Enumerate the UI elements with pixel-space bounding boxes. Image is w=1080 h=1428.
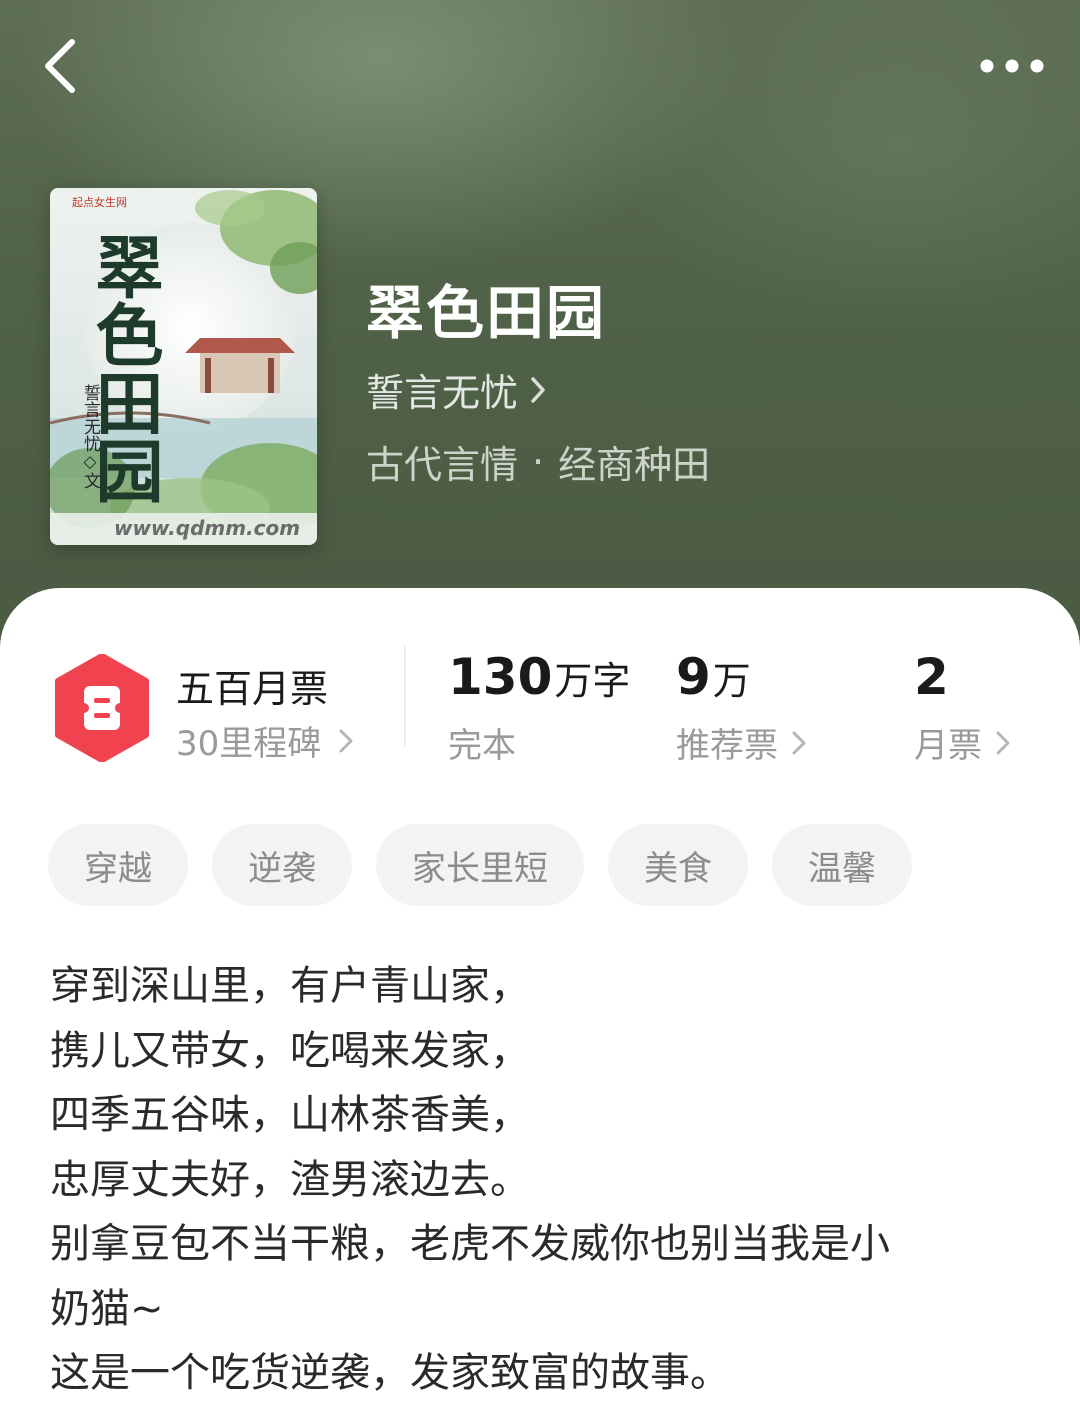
book-detail-card: 五百月票 30里程碑 130 万字 完本 9 万 推荐票 2 月票 穿越 逆袭 … [0, 588, 1080, 1428]
description-line: 穿到深山里，有户青山家， [50, 963, 530, 1009]
recommend-stat[interactable]: 9 万 推荐票 [676, 648, 806, 767]
author-link[interactable]: 誓言无忧 [366, 362, 546, 417]
recommend-label: 推荐票 [676, 726, 778, 766]
description-line: 这是一个吃货逆袭，发家致富的故事。 [50, 1350, 730, 1396]
description-line: 忠厚丈夫好，渣男滚边去。 [50, 1156, 530, 1203]
description-line: 奶猫~ [50, 1285, 164, 1332]
monthly-label: 月票 [914, 726, 982, 766]
word-count-stat: 130 万字 完本 [448, 648, 630, 767]
word-count-label: 完本 [448, 726, 516, 766]
stats-divider [404, 646, 406, 746]
tag-list: 穿越 逆袭 家长里短 美食 温馨 [48, 824, 912, 906]
recommend-unit: 万 [712, 659, 751, 703]
chevron-right-icon [339, 729, 353, 752]
book-cover[interactable]: 起点女生网 翠色田园 誓言无忧◇文 www.qdmm.com [50, 188, 317, 545]
tag-chip[interactable]: 穿越 [48, 824, 188, 906]
milestone-badge-icon [55, 654, 149, 762]
genre-separator: · [532, 439, 545, 484]
chevron-right-icon [996, 731, 1010, 754]
description-line: 别拿豆包不当干粮，老虎不发威你也别当我是小 [50, 1221, 890, 1267]
description-line: 四季五谷味，山林茶香美， [50, 1092, 530, 1138]
tag-chip[interactable]: 温馨 [772, 824, 912, 906]
more-dots-icon [980, 59, 1044, 73]
more-button[interactable] [972, 40, 1052, 92]
word-count-unit: 万字 [554, 659, 631, 703]
chevron-right-icon [531, 376, 545, 403]
tag-chip[interactable]: 家长里短 [376, 824, 584, 906]
genre-sub[interactable]: 经商种田 [558, 434, 710, 489]
genre-main[interactable]: 古代言情 [366, 434, 518, 489]
description-line: 携儿又带女，吃喝来发家， [50, 1027, 530, 1074]
milestone-link[interactable]: 30里程碑 [176, 716, 353, 765]
genre-row: 古代言情 · 经商种田 [366, 434, 710, 489]
tag-chip[interactable]: 美食 [608, 824, 748, 906]
milestone-sub: 30里程碑 [176, 724, 322, 764]
author-name: 誓言无忧 [366, 371, 519, 415]
recommend-value: 9 [676, 648, 711, 706]
book-description[interactable]: 穿到深山里，有户青山家， 携儿又带女，吃喝来发家， 四季五谷味，山林茶香美， 忠… [50, 954, 1030, 1406]
stats-row: 五百月票 30里程碑 130 万字 完本 9 万 推荐票 2 月票 [0, 628, 1080, 778]
word-count-value: 130 [448, 648, 553, 706]
chevron-right-icon [792, 731, 806, 754]
tag-chip[interactable]: 逆袭 [212, 824, 352, 906]
chevron-left-icon [45, 39, 75, 93]
milestone-title[interactable]: 五百月票 [176, 658, 328, 713]
monthly-ticket-stat[interactable]: 2 月票 [914, 648, 1010, 767]
cover-author-text: 誓言无忧◇文 [80, 384, 100, 489]
cover-publisher: 起点女生网 [72, 196, 127, 209]
back-button[interactable] [30, 36, 90, 96]
book-title: 翠色田园 [366, 279, 607, 347]
cover-url-text: www.qdmm.com [114, 516, 301, 540]
monthly-value: 2 [914, 648, 949, 706]
